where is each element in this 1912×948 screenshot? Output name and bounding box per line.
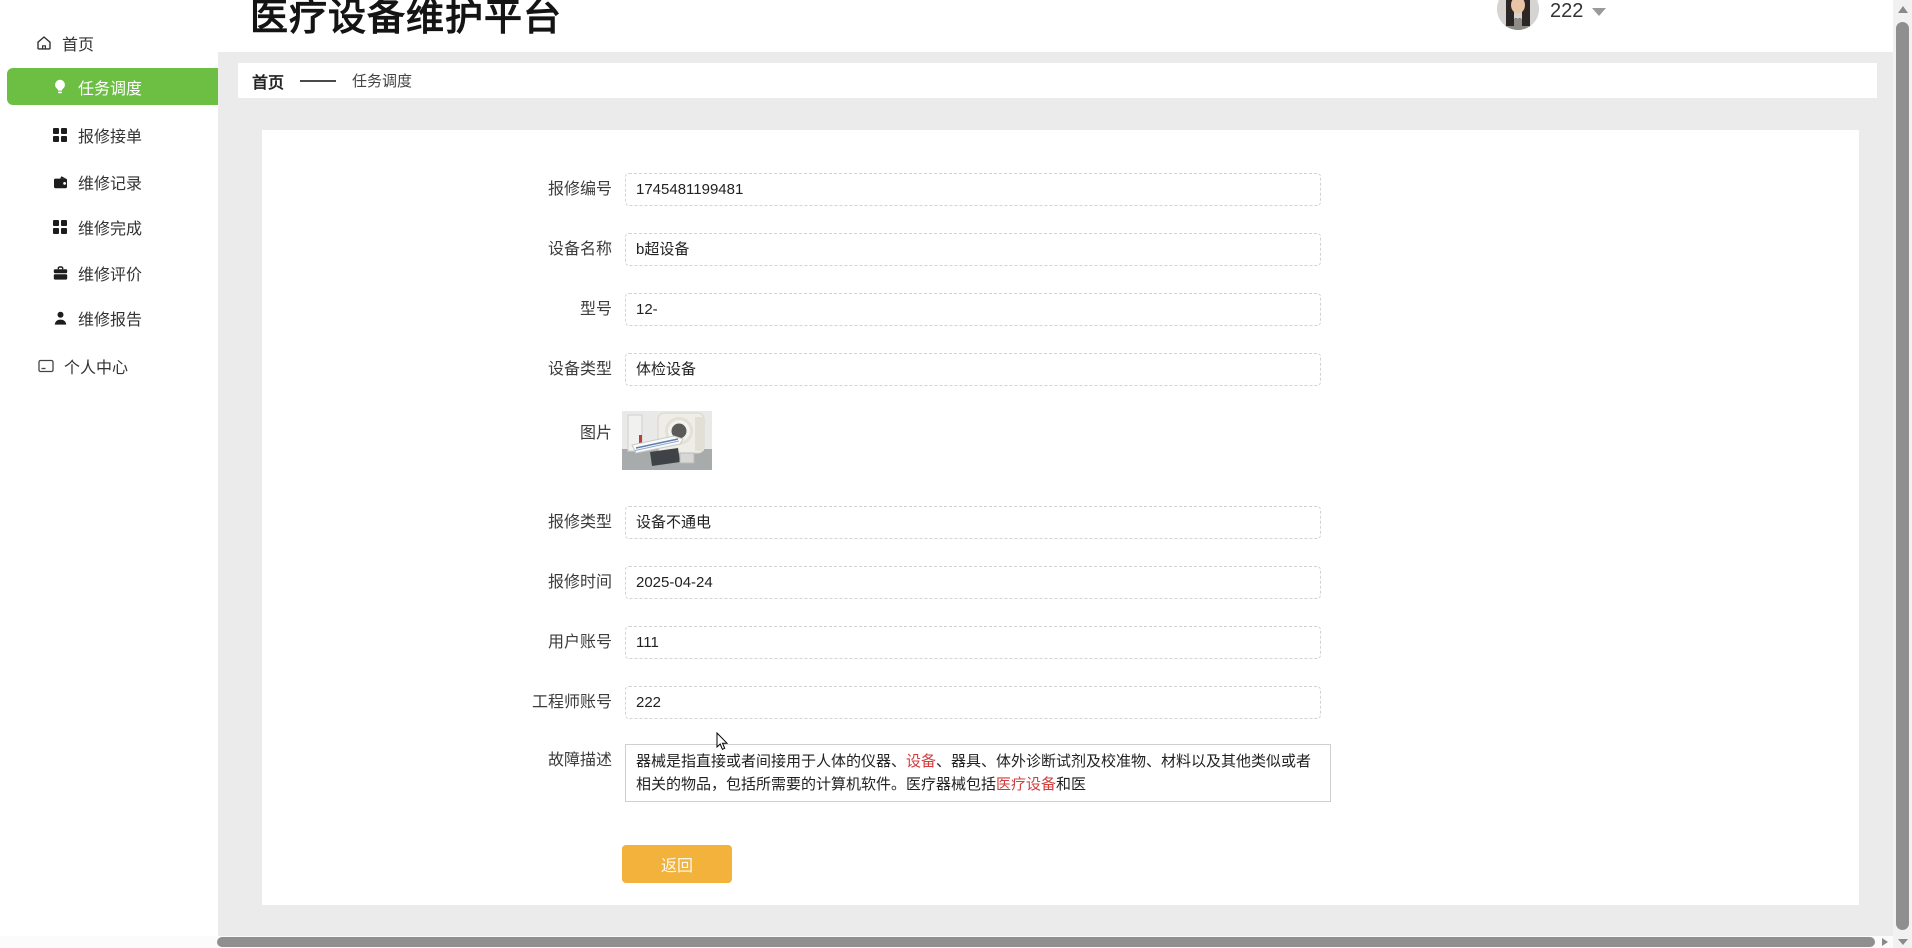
horizontal-scrollbar-thumb[interactable]: [217, 937, 1875, 947]
form-row-fault-description: 故障描述 器械是指直接或者间接用于人体的仪器、设备、器具、体外诊断试剂及校准物、…: [262, 744, 1462, 802]
field-label: 设备类型: [547, 361, 612, 378]
sidebar-item-label: 报修接单: [78, 129, 143, 146]
scroll-up-arrow-icon[interactable]: [1898, 6, 1908, 13]
username: 222: [1550, 0, 1584, 22]
form-row-user-account: 用户账号 111: [262, 626, 1462, 659]
detail-form-card: 报修编号 1745481199481 设备名称 b超设备 型号 12- 设备类型…: [262, 130, 1859, 905]
form-row-repair-date: 报修时间 2025-04-24: [262, 566, 1462, 599]
chevron-down-icon[interactable]: [1592, 8, 1606, 16]
field-label: 设备名称: [547, 241, 612, 258]
sidebar-item-personal-center[interactable]: 个人中心: [0, 348, 254, 384]
ct-scanner-photo: [622, 411, 712, 470]
repair-type-field[interactable]: 设备不通电: [625, 506, 1321, 539]
device-type-field[interactable]: 体检设备: [625, 353, 1321, 386]
field-value: 设备不通电: [636, 514, 712, 531]
desc-link-red[interactable]: 医疗设备: [996, 776, 1056, 793]
field-value: 12-: [636, 301, 658, 318]
engineer-account-field[interactable]: 222: [625, 686, 1321, 719]
wallet-icon: [50, 172, 70, 192]
repair-date-field[interactable]: 2025-04-24: [625, 566, 1321, 599]
sidebar-item-label: 维修报告: [78, 312, 143, 329]
field-value: 1745481199481: [636, 181, 744, 198]
vertical-scrollbar-thumb[interactable]: [1896, 22, 1909, 930]
repair-no-field[interactable]: 1745481199481: [625, 173, 1321, 206]
sidebar-item-label: 任务调度: [78, 80, 143, 98]
sidebar: 首页 任务调度 报修接单 维修记录 维修完成 维修评价 维修报告 个人中心: [0, 0, 256, 936]
field-label: 故障描述: [547, 752, 612, 769]
scroll-down-arrow-icon[interactable]: [1898, 939, 1908, 945]
avatar-image: [1497, 0, 1539, 30]
form-row-model: 型号 12-: [262, 293, 1462, 326]
form-row-repair-no: 报修编号 1745481199481: [262, 173, 1462, 206]
form-row-device-type: 设备类型 体检设备: [262, 353, 1462, 386]
bulb-icon: [50, 77, 70, 97]
scrollbar-corner: [1893, 936, 1912, 948]
sidebar-item-label: 首页: [62, 37, 95, 54]
user-account-field[interactable]: 111: [625, 626, 1321, 659]
model-field[interactable]: 12-: [625, 293, 1321, 326]
breadcrumb-current: 任务调度: [352, 73, 413, 90]
sidebar-item-label: 维修评价: [78, 267, 143, 284]
briefcase-icon: [50, 263, 70, 283]
breadcrumb-separator: [300, 79, 337, 82]
desc-link-red[interactable]: 设备: [906, 753, 936, 770]
field-value: 222: [636, 694, 662, 711]
sidebar-item-label: 维修记录: [78, 176, 143, 193]
field-label: 型号: [579, 301, 612, 318]
device-image[interactable]: [622, 411, 712, 470]
grid-icon: [50, 217, 70, 237]
card-icon: [36, 356, 56, 376]
breadcrumb: 首页 任务调度: [238, 63, 1877, 98]
field-label: 图片: [579, 425, 612, 442]
form-row-repair-type: 报修类型 设备不通电: [262, 506, 1462, 539]
fault-description-field[interactable]: 器械是指直接或者间接用于人体的仪器、设备、器具、体外诊断试剂及校准物、材料以及其…: [625, 744, 1331, 802]
desc-segment: 器械是指直接或者间接用于人体的仪器、: [636, 753, 907, 770]
form-row-engineer-account: 工程师账号 222: [262, 686, 1462, 719]
field-label: 报修时间: [547, 574, 612, 591]
back-button[interactable]: 返回: [622, 845, 732, 883]
field-value: b超设备: [636, 241, 690, 258]
form-row-device-name: 设备名称 b超设备: [262, 233, 1462, 266]
user-menu[interactable]: 222: [1490, 0, 1670, 52]
field-value: 2025-04-24: [636, 574, 713, 591]
home-icon: [34, 33, 54, 53]
vertical-scrollbar[interactable]: [1893, 0, 1912, 936]
device-name-field[interactable]: b超设备: [625, 233, 1321, 266]
avatar[interactable]: [1497, 0, 1539, 30]
sidebar-item-label: 个人中心: [64, 360, 129, 377]
person-icon: [50, 308, 70, 328]
field-label: 用户账号: [547, 634, 612, 651]
sidebar-item-label: 维修完成: [78, 221, 143, 238]
sidebar-item-home[interactable]: 首页: [0, 25, 252, 61]
form-row-image: 图片: [262, 417, 1462, 450]
field-value: 体检设备: [636, 361, 697, 378]
field-value: 111: [636, 634, 659, 651]
mouse-cursor: [716, 732, 729, 750]
horizontal-scrollbar[interactable]: [0, 936, 1893, 948]
scroll-right-arrow-icon[interactable]: [1882, 938, 1888, 946]
grid-icon: [50, 125, 70, 145]
desc-segment: 和医: [1056, 776, 1087, 793]
field-label: 报修类型: [547, 514, 612, 531]
field-label: 工程师账号: [531, 694, 612, 711]
page-title: 医疗设备维护平台: [250, 0, 563, 39]
breadcrumb-home-link[interactable]: 首页: [252, 69, 284, 93]
field-label: 报修编号: [547, 181, 612, 198]
